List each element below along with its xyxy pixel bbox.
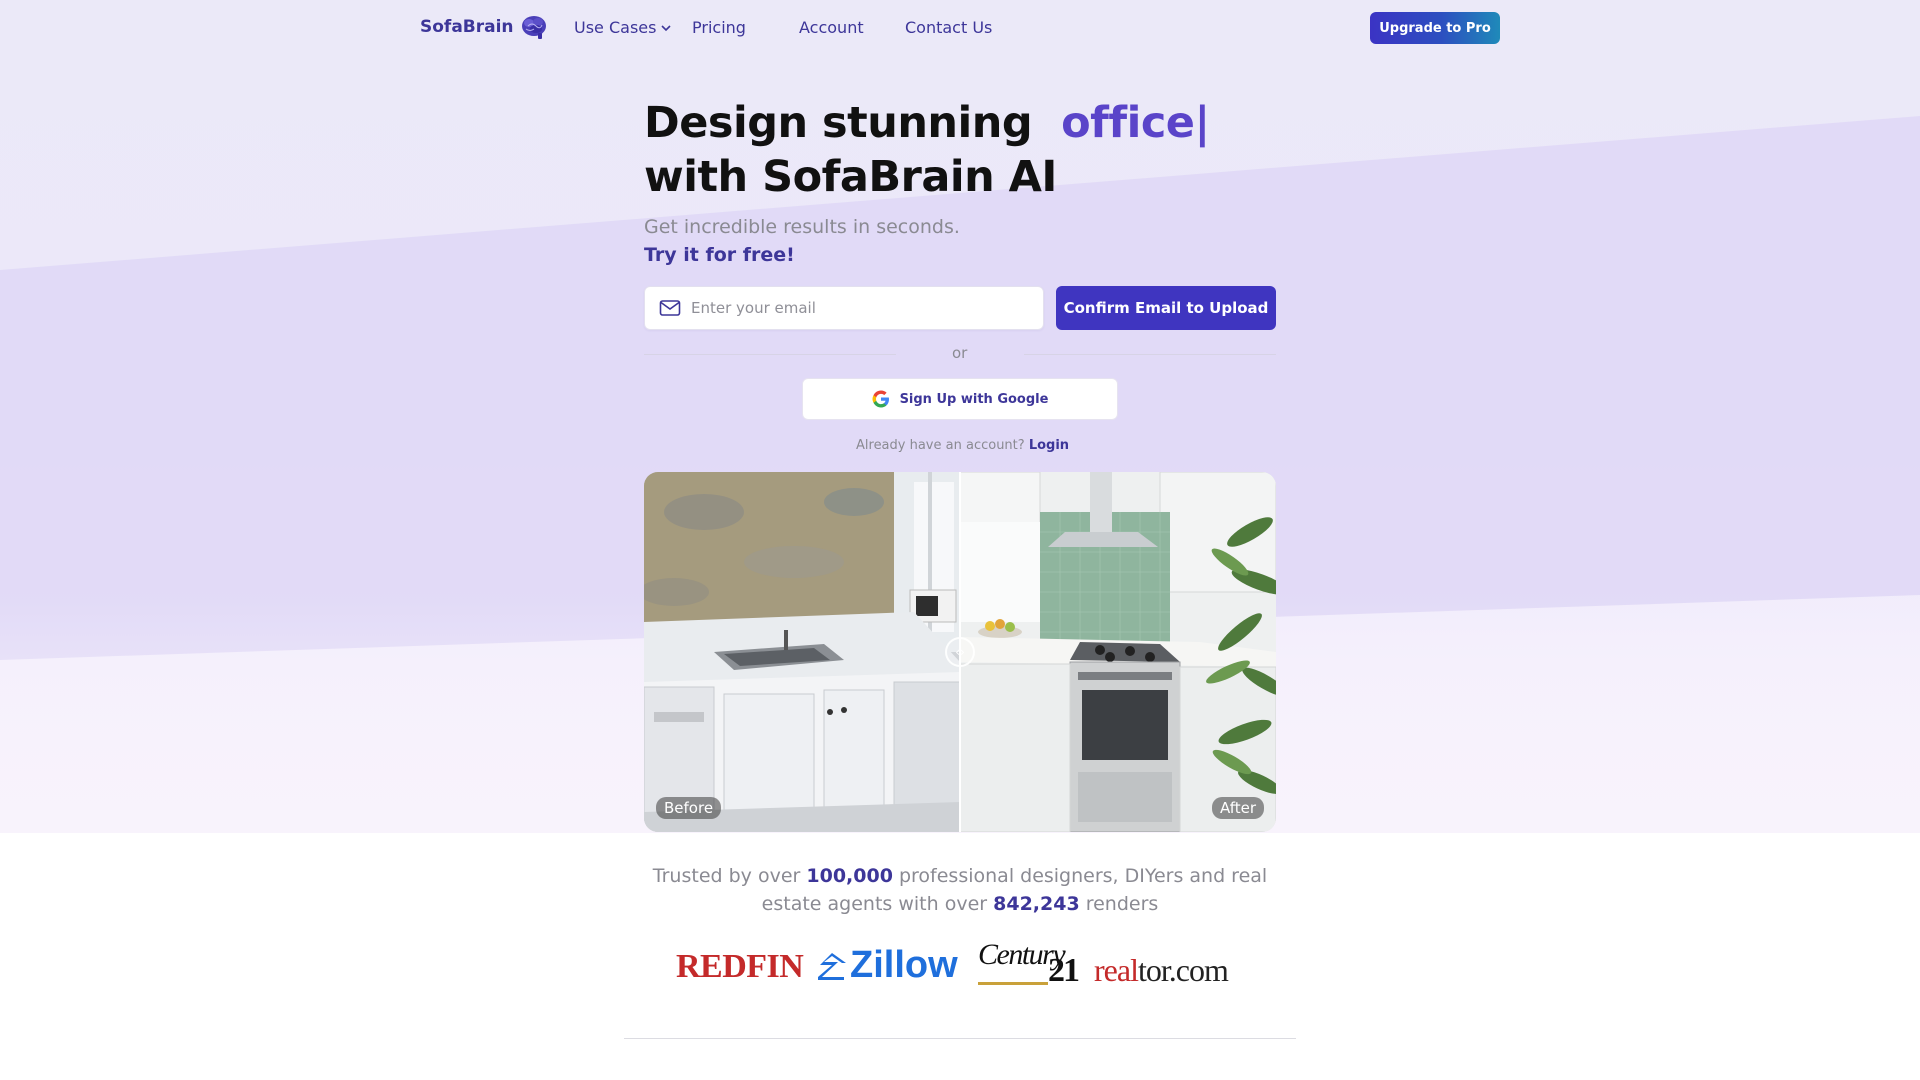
already-account-text: Already have an account? [856,438,1025,453]
nav-pricing[interactable]: Pricing [692,18,746,37]
partner-logos: REDFIN Zillow Century 21 realtor.com [676,938,1246,994]
headline-line2: with SofaBrain AI [644,152,1057,202]
mail-icon [659,300,681,316]
section-divider [624,1038,1296,1039]
logo[interactable]: SofaBrain [420,14,548,40]
divider-left [644,354,896,355]
google-signup-button[interactable]: Sign Up with Google [802,378,1118,420]
nav-pricing-label: Pricing [692,18,746,37]
nav-contact-label: Contact Us [905,18,993,37]
realtor-part-b: tor.com [1137,952,1229,988]
already-account: Already have an account? Login [856,438,1069,453]
before-image [644,472,960,832]
user-count: 100,000 [806,865,893,887]
nav-use-cases[interactable]: Use Cases [574,18,672,37]
google-icon [872,390,889,408]
after-label: After [1211,797,1264,819]
zillow-logo: Zillow [816,944,958,987]
headline-prefix: Design stunning [644,98,1033,148]
top-nav: SofaBrain Use Cases Pricing Account Cont… [0,0,1920,56]
before-after-slider[interactable]: ‹› Before After [644,472,1276,832]
email-input[interactable] [691,299,1021,317]
headline-rotating-word: office| [1061,98,1210,148]
zillow-text: Zillow [850,944,958,986]
trusted-prefix: Trusted by over [652,865,801,887]
century21-number: 21 [1048,952,1080,989]
google-signup-label: Sign Up with Google [899,391,1049,407]
brain-icon [521,16,546,39]
realtor-part-a: real [1094,952,1139,988]
century21-logo: Century 21 [978,938,1082,989]
realtor-logo: realtor.com [1094,952,1229,989]
hero-headline: Design stunning office| with SofaBrain A… [644,96,1210,204]
nav-use-cases-label: Use Cases [574,18,657,37]
slider-handle[interactable]: ‹› [945,637,975,667]
before-label: Before [656,797,722,819]
nav-account-label: Account [799,18,864,37]
century21-bar [978,982,1048,985]
after-image [960,472,1276,832]
nav-account[interactable]: Account [799,18,864,37]
email-field[interactable] [644,286,1044,330]
divider-right [1024,354,1276,355]
trusted-by-text: Trusted by over 100,000 professional des… [620,862,1300,918]
render-count: 842,243 [993,893,1080,915]
confirm-email-button[interactable]: Confirm Email to Upload [1056,286,1276,330]
redfin-logo: REDFIN [676,948,804,985]
hero-subtitle: Get incredible results in seconds. [644,216,960,238]
zillow-mark-icon [818,952,846,980]
chevron-down-icon [661,24,672,31]
nav-contact-us[interactable]: Contact Us [905,18,992,37]
logo-text: SofaBrain [420,17,514,37]
or-separator: or [952,344,968,362]
login-link[interactable]: Login [1029,438,1069,453]
upgrade-to-pro-button[interactable]: Upgrade to Pro [1370,12,1500,44]
hero-cta-text: Try it for free! [644,244,795,266]
drag-arrows-icon: ‹› [955,645,965,659]
trusted-suffix: renders [1085,893,1159,915]
